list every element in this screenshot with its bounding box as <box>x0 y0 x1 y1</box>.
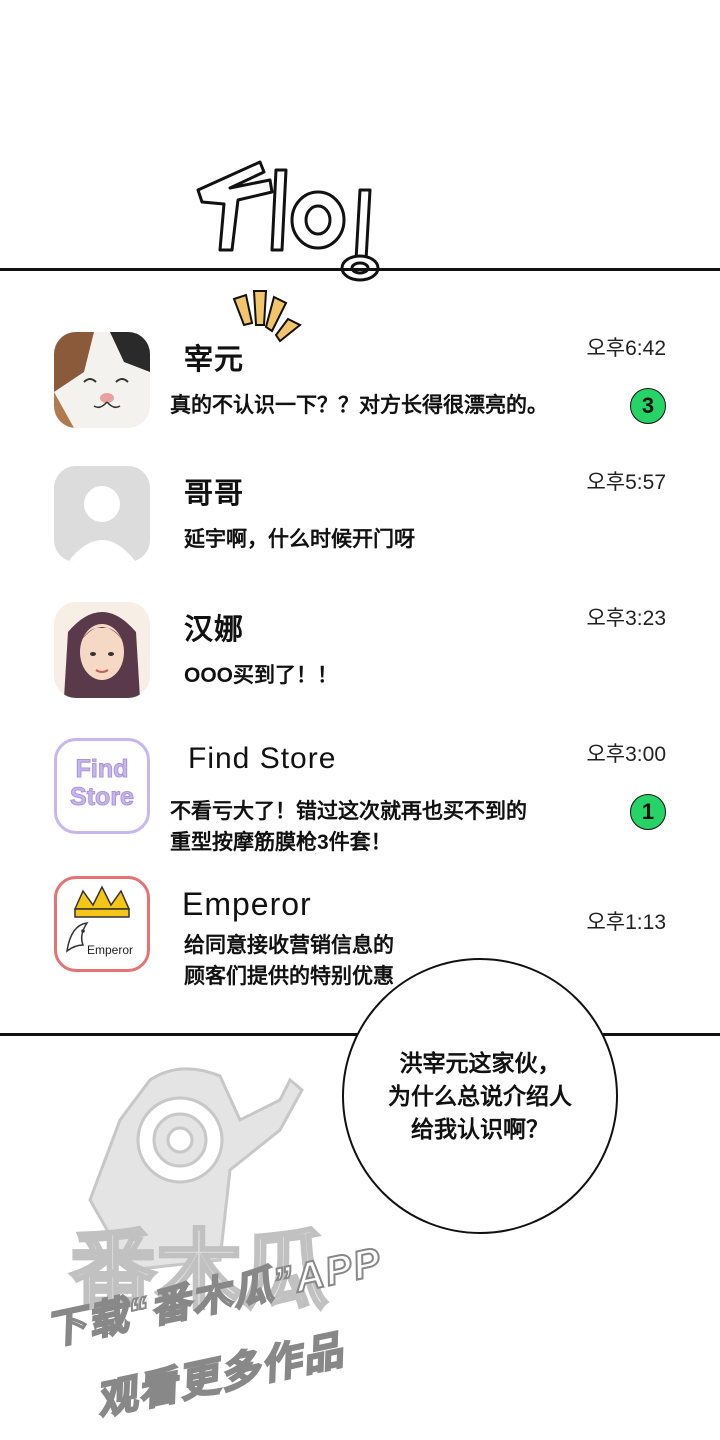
contact-name: Find Store <box>188 742 337 775</box>
chat-list-item[interactable]: 宰元 오후6:42 真的不认识一下？？对方长得很漂亮的。 3 <box>0 332 720 442</box>
emperor-logo-text: Emperor <box>87 943 134 957</box>
speech-bubble-text: 洪宰元这家伙， 为什么总说介绍人 给我认识啊？ <box>388 1049 572 1142</box>
message-time: 오후3:00 <box>586 743 666 766</box>
message-time: 오후3:23 <box>586 607 666 630</box>
message-preview: OOO买到了！！ <box>184 664 339 687</box>
panel-border-top <box>0 268 720 271</box>
contact-name: 哥哥 <box>184 478 245 510</box>
speech-bubble: 洪宰元这家伙， 为什么总说介绍人 给我认识啊？ <box>342 958 618 1234</box>
chat-list-item[interactable]: 汉娜 오후3:23 OOO买到了！！ <box>0 602 720 712</box>
unread-badge: 1 <box>630 794 666 830</box>
contact-name: 汉娜 <box>184 614 245 646</box>
unread-badge: 3 <box>630 388 666 424</box>
chat-list-item[interactable]: Find Store Find Store 오후3:00 不看亏大了！错过这次就… <box>0 738 720 854</box>
contact-name: Emperor <box>182 886 312 922</box>
default-avatar-icon <box>54 466 150 562</box>
chat-list-item[interactable]: 哥哥 오후5:57 延宇啊，什么时候开门呀 <box>0 466 720 576</box>
message-preview: 不看亏大了！错过这次就再也买不到的 重型按摩筋膜枪3件套！ <box>170 800 527 854</box>
contact-name: 宰元 <box>184 344 245 376</box>
message-time: 오후6:42 <box>586 337 666 360</box>
message-preview: 真的不认识一下？？对方长得很漂亮的。 <box>170 394 548 417</box>
message-preview: 延宇啊，什么时候开门呀 <box>184 528 415 551</box>
chat-list-item[interactable]: Emperor Emperor 오후1:13 给同意接收营销信息的 顾客们提供的… <box>0 876 720 988</box>
find-store-logo-text: Find Store <box>70 755 135 812</box>
message-time: 오후5:57 <box>586 471 666 494</box>
cat-avatar-icon <box>54 332 150 428</box>
find-store-logo-icon: Find Store <box>54 738 150 834</box>
woman-avatar-icon <box>54 602 150 698</box>
emperor-logo-icon: Emperor <box>54 876 150 972</box>
